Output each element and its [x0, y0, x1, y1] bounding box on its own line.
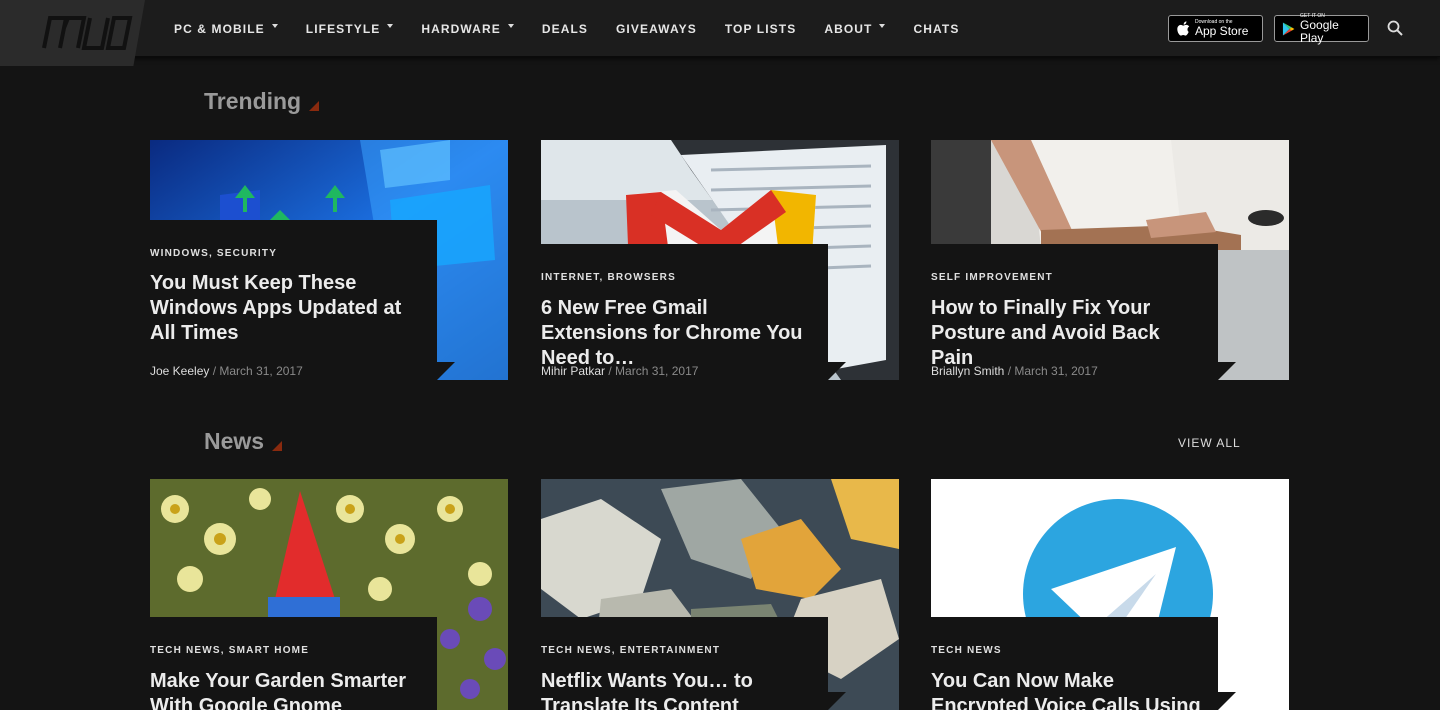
article-card[interactable]: INTERNET, BROWSERS 6 New Free Gmail Exte…	[541, 140, 899, 380]
chevron-down-icon	[271, 23, 278, 28]
article-card[interactable]: SELF IMPROVEMENT How to Finally Fix Your…	[931, 140, 1289, 380]
article-title[interactable]: How to Finally Fix Your Posture and Avoi…	[931, 296, 1203, 371]
site-header: PC & MOBILE LIFESTYLE HARDWARE DEALS GIV…	[0, 0, 1440, 66]
article-title[interactable]: Make Your Garden Smarter With Google Gno…	[150, 669, 428, 710]
article-meta: Joe Keeley / March 31, 2017	[150, 364, 303, 378]
corner-triangle-icon	[272, 441, 283, 451]
article-title[interactable]: You Can Now Make Encrypted Voice Calls U…	[931, 669, 1203, 710]
app-store-button[interactable]: Download on the App Store	[1168, 15, 1263, 42]
section-title-news: News	[204, 428, 283, 455]
muo-logo[interactable]	[38, 14, 134, 52]
nav-item-pc-mobile[interactable]: PC & MOBILE	[160, 0, 292, 57]
article-author[interactable]: Briallyn Smith	[931, 364, 1004, 378]
article-author[interactable]: Mihir Patkar	[541, 364, 605, 378]
chevron-down-icon	[879, 23, 886, 28]
article-title[interactable]: 6 New Free Gmail Extensions for Chrome Y…	[541, 296, 813, 371]
article-meta: Briallyn Smith / March 31, 2017	[931, 364, 1098, 378]
chevron-down-icon	[387, 23, 394, 28]
article-card[interactable]: TECH NEWS, SMART HOME Make Your Garden S…	[150, 479, 508, 710]
nav-item-top-lists[interactable]: TOP LISTS	[711, 0, 810, 57]
article-categories[interactable]: INTERNET, BROWSERS	[541, 272, 676, 283]
search-icon[interactable]	[1387, 20, 1403, 36]
google-play-icon	[1282, 21, 1295, 36]
corner-triangle-icon	[309, 101, 320, 111]
article-date: March 31, 2017	[219, 364, 303, 378]
article-date: March 31, 2017	[615, 364, 699, 378]
google-play-button[interactable]: GET IT ON Google Play	[1274, 13, 1369, 44]
article-categories[interactable]: WINDOWS, SECURITY	[150, 248, 277, 259]
view-all-link[interactable]: VIEW ALL	[1178, 436, 1241, 450]
article-card[interactable]: TECH NEWS You Can Now Make Encrypted Voi…	[931, 479, 1289, 710]
article-meta: Mihir Patkar / March 31, 2017	[541, 364, 699, 378]
article-author[interactable]: Joe Keeley	[150, 364, 209, 378]
article-categories[interactable]: SELF IMPROVEMENT	[931, 272, 1053, 283]
article-card[interactable]: TECH NEWS, ENTERTAINMENT Netflix Wants Y…	[541, 479, 899, 710]
article-date: March 31, 2017	[1014, 364, 1098, 378]
nav-item-giveaways[interactable]: GIVEAWAYS	[602, 0, 711, 57]
article-categories[interactable]: TECH NEWS, ENTERTAINMENT	[541, 645, 720, 656]
nav-item-chats[interactable]: CHATS	[899, 0, 973, 57]
nav-item-hardware[interactable]: HARDWARE	[407, 0, 527, 57]
main-nav: PC & MOBILE LIFESTYLE HARDWARE DEALS GIV…	[160, 0, 973, 57]
chevron-down-icon	[507, 23, 514, 28]
article-categories[interactable]: TECH NEWS	[931, 645, 1002, 656]
nav-item-deals[interactable]: DEALS	[528, 0, 602, 57]
article-title[interactable]: You Must Keep These Windows Apps Updated…	[150, 271, 428, 346]
section-title-trending: Trending	[204, 88, 320, 115]
logo-container[interactable]	[0, 0, 145, 66]
nav-item-about[interactable]: ABOUT	[810, 0, 899, 57]
article-categories[interactable]: TECH NEWS, SMART HOME	[150, 645, 309, 656]
article-title[interactable]: Netflix Wants You… to Translate Its Cont…	[541, 669, 813, 710]
apple-icon	[1177, 20, 1190, 36]
nav-item-lifestyle[interactable]: LIFESTYLE	[292, 0, 408, 57]
article-card[interactable]: WINDOWS, SECURITY You Must Keep These Wi…	[150, 140, 508, 380]
